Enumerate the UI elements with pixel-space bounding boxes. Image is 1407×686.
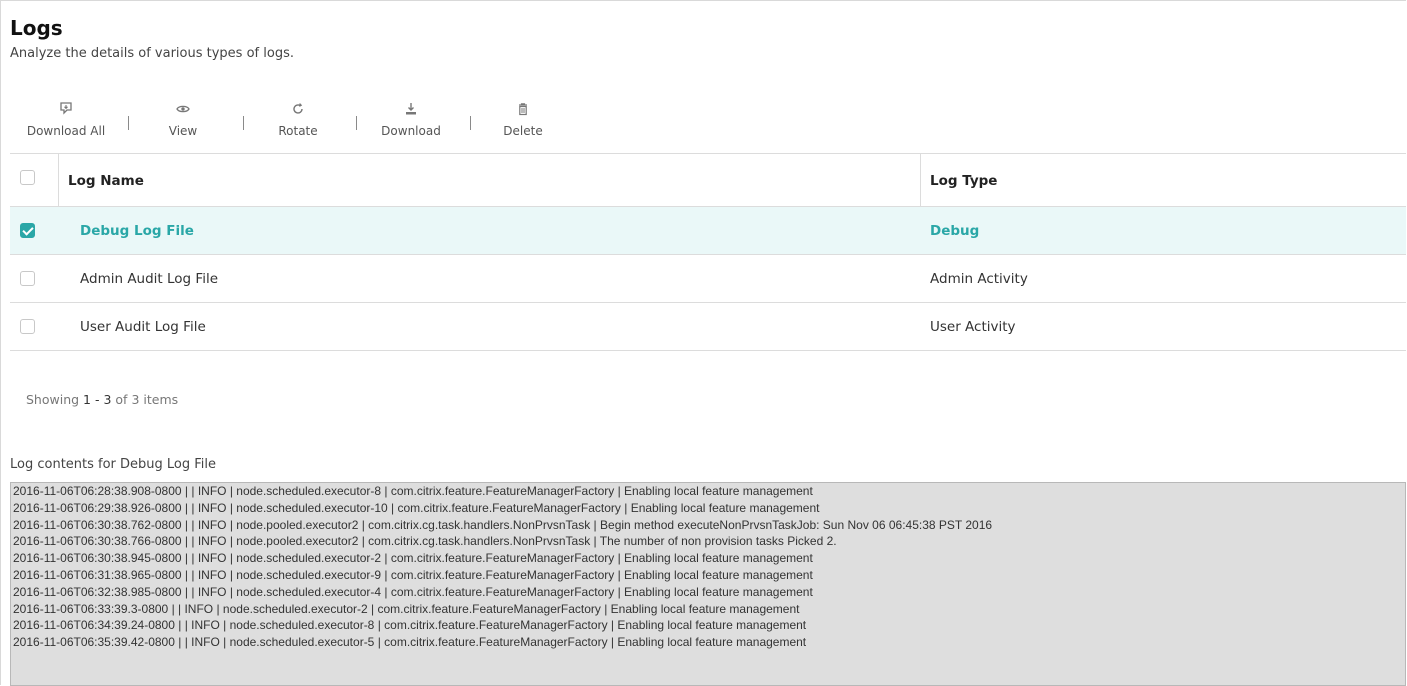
row-checkbox[interactable] <box>20 319 35 334</box>
toolbar-separator <box>243 116 244 130</box>
download-label: Download <box>381 124 441 138</box>
log-type-cell: Admin Activity <box>930 271 1028 287</box>
log-line: 2016-11-06T06:28:38.908-0800 | | INFO | … <box>13 484 813 498</box>
pagination-suffix: items <box>143 392 179 407</box>
trash-icon <box>498 102 548 118</box>
row-checkbox-cell <box>10 255 58 302</box>
logs-table: Log Name Log Type Debug Log File Debug A… <box>10 153 1406 351</box>
log-line: 2016-11-06T06:30:38.945-0800 | | INFO | … <box>13 551 813 566</box>
log-line: 2016-11-06T06:29:38.926-0800 | | INFO | … <box>13 500 820 515</box>
column-header-log-type[interactable]: Log Type <box>930 154 997 206</box>
download-all-label: Download All <box>26 124 106 138</box>
pagination-summary: Showing 1 - 3 of 3 items <box>26 392 178 407</box>
column-header-log-name[interactable]: Log Name <box>68 154 144 206</box>
delete-button[interactable]: Delete <box>498 102 548 138</box>
log-line: 2016-11-06T06:34:39.24-0800 | | INFO | n… <box>13 618 807 633</box>
download-icon <box>376 102 446 118</box>
row-checkbox[interactable] <box>20 271 35 286</box>
log-type-cell: User Activity <box>930 319 1016 335</box>
table-row[interactable]: User Audit Log File User Activity <box>10 303 1406 351</box>
log-line: 2016-11-06T06:30:38.762-0800 | | INFO | … <box>13 517 993 532</box>
download-all-button[interactable]: Download All <box>18 102 114 138</box>
pagination-prefix: Showing <box>26 392 80 407</box>
row-checkbox[interactable] <box>20 223 35 238</box>
log-line: 2016-11-06T06:32:38.985-0800 | | INFO | … <box>13 584 813 599</box>
rotate-label: Rotate <box>278 124 318 138</box>
page-title: Logs <box>10 16 63 40</box>
column-divider <box>920 154 921 206</box>
table-header-row: Log Name Log Type <box>10 153 1406 207</box>
toolbar-separator <box>128 116 129 130</box>
pagination-of: of <box>115 392 128 407</box>
header-checkbox-cell <box>10 154 59 206</box>
eye-icon <box>158 102 208 118</box>
log-line: 2016-11-06T06:33:39.3-0800 | | INFO | no… <box>13 601 800 616</box>
row-checkbox-cell <box>10 207 58 254</box>
log-contents-area[interactable]: 2016-11-06T06:28:38.908-0800 | | INFO | … <box>10 482 1406 686</box>
toolbar-separator <box>470 116 471 130</box>
log-line: 2016-11-06T06:31:38.965-0800 | | INFO | … <box>13 567 813 582</box>
download-button[interactable]: Download <box>376 102 446 138</box>
page-subtitle: Analyze the details of various types of … <box>10 46 294 61</box>
table-row[interactable]: Debug Log File Debug <box>10 207 1406 255</box>
log-line: 2016-11-06T06:30:38.766-0800 | | INFO | … <box>13 534 837 549</box>
rotate-icon <box>273 102 323 118</box>
pagination-total: 3 <box>131 392 140 407</box>
row-checkbox-cell <box>10 303 58 350</box>
rotate-button[interactable]: Rotate <box>273 102 323 138</box>
view-label: View <box>168 124 198 138</box>
log-name-cell: Debug Log File <box>80 223 194 239</box>
log-name-cell: User Audit Log File <box>80 319 206 335</box>
toolbar-separator <box>356 116 357 130</box>
log-line: 2016-11-06T06:35:39.42-0800 | | INFO | n… <box>13 635 807 650</box>
pagination-range: 1 - 3 <box>83 392 112 407</box>
delete-label: Delete <box>503 124 543 138</box>
select-all-checkbox[interactable] <box>20 170 35 185</box>
view-button[interactable]: View <box>158 102 208 138</box>
log-name-cell: Admin Audit Log File <box>80 271 219 287</box>
log-contents-caption: Log contents for Debug Log File <box>10 457 217 472</box>
download-all-icon <box>18 102 114 118</box>
log-type-cell: Debug <box>930 223 980 239</box>
table-row[interactable]: Admin Audit Log File Admin Activity <box>10 255 1406 303</box>
